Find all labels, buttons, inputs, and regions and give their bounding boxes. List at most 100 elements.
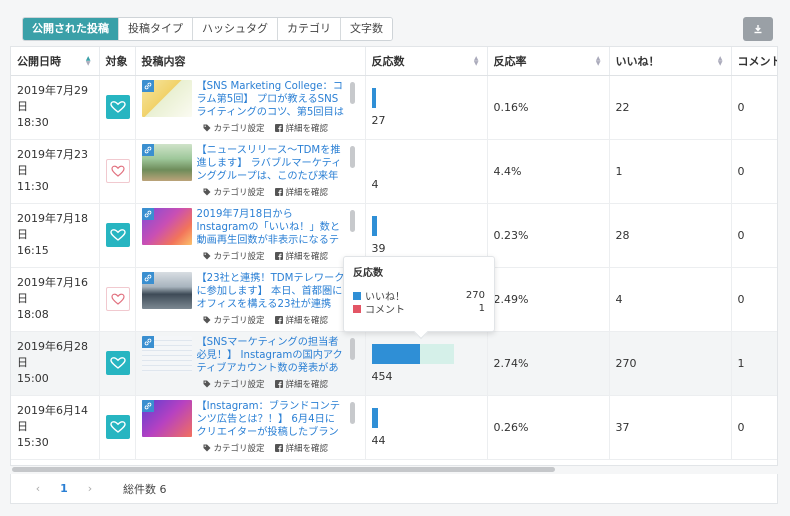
prev-page-button[interactable]: ‹ — [25, 482, 51, 495]
publish-datetime: 2019年7月23日 11:30 — [17, 147, 93, 195]
tab-hashtag[interactable]: ハッシュタグ — [193, 18, 278, 40]
sort-icon[interactable]: ▲ ▼ — [474, 56, 479, 67]
cell-target — [99, 395, 136, 460]
category-setting-button[interactable]: カテゴリ設定 — [203, 442, 265, 454]
post-thumbnail[interactable] — [141, 272, 192, 309]
post-text-link[interactable]: 【Instagram：ブランドコンテンツ広告とは？！】 6月4日にクリエイターが… — [197, 400, 345, 439]
column-label-comments: コメント — [737, 54, 778, 68]
post-text-scrollbar[interactable] — [349, 146, 355, 168]
cell-content: 【ニュースリリース〜TDMを推進します】 ラバブルマーケティンググループは、この… — [135, 139, 366, 204]
column-label-content: 投稿内容 — [141, 54, 186, 68]
post-body: 2019年7月18日からInstagramの「いいね！」数と動画再生回数が非表示… — [197, 208, 345, 262]
reaction-bar[interactable] — [371, 343, 481, 364]
post-actions: カテゴリ設定 詳細を確認 — [143, 378, 345, 390]
reaction-bar-likes[interactable] — [371, 343, 420, 364]
post-thumbnail[interactable] — [141, 336, 192, 373]
column-label-reactions: 反応数 — [371, 54, 405, 68]
sort-icon[interactable]: ▲ ▼ — [718, 56, 723, 67]
reaction-bar[interactable] — [371, 407, 481, 428]
publish-date: 2019年6月14日 — [17, 404, 88, 433]
tab-category[interactable]: カテゴリ — [278, 18, 341, 40]
comments-count: 0 — [737, 228, 745, 242]
column-header-comments[interactable]: コメント — [731, 47, 778, 76]
cell-target — [99, 203, 136, 268]
post-text-scrollbar[interactable] — [349, 338, 355, 360]
post-preview: 【Instagram：ブランドコンテンツ広告とは？！】 6月4日にクリエイターが… — [141, 396, 359, 458]
post-thumbnail[interactable] — [141, 400, 192, 437]
view-detail-button[interactable]: 詳細を確認 — [274, 442, 329, 454]
cell-comments: 0 — [731, 203, 777, 268]
view-detail-button[interactable]: 詳細を確認 — [274, 378, 328, 390]
column-header-content: 投稿内容 — [135, 47, 366, 76]
column-header-date[interactable]: 公開日時 ▲ ▼ — [11, 47, 100, 76]
post-thumbnail[interactable] — [141, 208, 192, 245]
column-header-likes[interactable]: いいね！ ▲ ▼ — [609, 47, 732, 76]
post-text-link[interactable]: 2019年7月18日からInstagramの「いいね！」数と動画再生回数が非表示… — [197, 208, 345, 247]
table-row: 2019年6月14日 15:30 【Instagram：ブランドコンテンツ広告と… — [11, 395, 777, 460]
total-count: 総件数 6 — [123, 482, 167, 496]
post-text-scrollbar[interactable] — [349, 210, 355, 232]
likes-count: 270 — [615, 356, 637, 370]
view-detail-label: 詳細を確認 — [285, 188, 329, 198]
page-1-button[interactable]: 1 — [51, 482, 77, 495]
likes-count: 22 — [615, 100, 630, 114]
category-setting-button[interactable]: カテゴリ設定 — [203, 250, 265, 262]
view-detail-button[interactable]: 詳細を確認 — [274, 250, 328, 262]
column-header-reaction-rate[interactable]: 反応率 ▲ ▼ — [487, 47, 610, 76]
cell-content: 【Instagram：ブランドコンテンツ広告とは？！】 6月4日にクリエイターが… — [135, 395, 366, 460]
next-page-button[interactable]: › — [77, 482, 103, 495]
view-detail-button[interactable]: 詳細を確認 — [274, 314, 328, 326]
link-icon — [141, 336, 154, 348]
comments-count: 0 — [737, 100, 745, 114]
publish-time: 18:08 — [17, 308, 49, 321]
tab-published-posts[interactable]: 公開された投稿 — [23, 18, 119, 40]
likes-count: 4 — [615, 292, 623, 306]
post-text-link[interactable]: 【23社と連携！TDMテレワークに参加します】 本日、首都圏にオフィスを構える2… — [197, 272, 345, 311]
horizontal-scrollbar[interactable] — [12, 467, 555, 472]
category-setting-button[interactable]: カテゴリ設定 — [203, 122, 265, 134]
post-text-link[interactable]: 【SNS Marketing College：コラム第5回】 プロが教えるSNS… — [197, 80, 345, 119]
cell-target — [99, 139, 136, 204]
cell-reaction-rate: 0.26% — [487, 395, 610, 460]
post-preview: 【SNSマーケティングの担当者必見！】 Instagramの国内アクティブアカウ… — [141, 332, 359, 394]
cell-reactions: 454 — [365, 331, 488, 396]
post-text-link[interactable]: 【SNSマーケティングの担当者必見！】 Instagramの国内アクティブアカウ… — [197, 336, 345, 375]
reaction-bar-likes[interactable] — [371, 87, 376, 108]
post-text-scrollbar[interactable] — [349, 82, 355, 104]
post-text-link[interactable]: 【ニュースリリース〜TDMを推進します】 ラバブルマーケティンググループは、この… — [197, 144, 345, 183]
cell-content: 2019年7月18日からInstagramの「いいね！」数と動画再生回数が非表示… — [135, 203, 366, 268]
view-detail-button[interactable]: 詳細を確認 — [274, 122, 328, 134]
publish-datetime: 2019年6月14日 15:30 — [17, 403, 93, 451]
category-setting-label: カテゴリ設定 — [213, 124, 265, 134]
publish-date: 2019年7月29日 — [17, 84, 88, 113]
category-setting-button[interactable]: カテゴリ設定 — [203, 186, 265, 198]
view-detail-button[interactable]: 詳細を確認 — [274, 186, 329, 198]
category-setting-button[interactable]: カテゴリ設定 — [203, 314, 265, 326]
sort-icon[interactable]: ▲ ▼ — [86, 56, 91, 67]
post-text-scrollbar[interactable] — [349, 402, 355, 424]
column-label-reaction-rate: 反応率 — [493, 54, 527, 68]
view-detail-label: 詳細を確認 — [285, 444, 329, 454]
post-actions: カテゴリ設定 詳細を確認 — [143, 186, 345, 198]
post-thumbnail[interactable] — [141, 144, 192, 181]
reaction-bar-remaining[interactable] — [419, 343, 454, 364]
column-header-reactions[interactable]: 反応数 ▲ ▼ — [365, 47, 488, 76]
category-setting-label: カテゴリ設定 — [213, 252, 265, 262]
download-button[interactable] — [743, 17, 773, 41]
tab-post-type[interactable]: 投稿タイプ — [119, 18, 193, 40]
category-setting-button[interactable]: カテゴリ設定 — [203, 378, 265, 390]
reactions-tooltip: 反応数 いいね！ 270 コメント 1 — [343, 256, 495, 340]
tab-char-count[interactable]: 文字数 — [341, 18, 392, 40]
reaction-bar[interactable] — [372, 152, 481, 172]
publish-time: 15:00 — [17, 372, 49, 385]
reaction-bar[interactable] — [371, 215, 481, 236]
reaction-bar-likes[interactable] — [371, 215, 377, 236]
post-thumbnail[interactable] — [141, 80, 192, 117]
reaction-bar-likes[interactable] — [371, 407, 378, 428]
cell-date: 2019年7月16日 18:08 — [11, 267, 100, 332]
likes-count: 28 — [615, 228, 630, 242]
sort-icon[interactable]: ▲ ▼ — [596, 56, 601, 67]
reaction-rate-value: 2.74% — [493, 356, 529, 370]
reaction-bar[interactable] — [371, 87, 481, 108]
reactions-count: 44 — [371, 433, 386, 447]
